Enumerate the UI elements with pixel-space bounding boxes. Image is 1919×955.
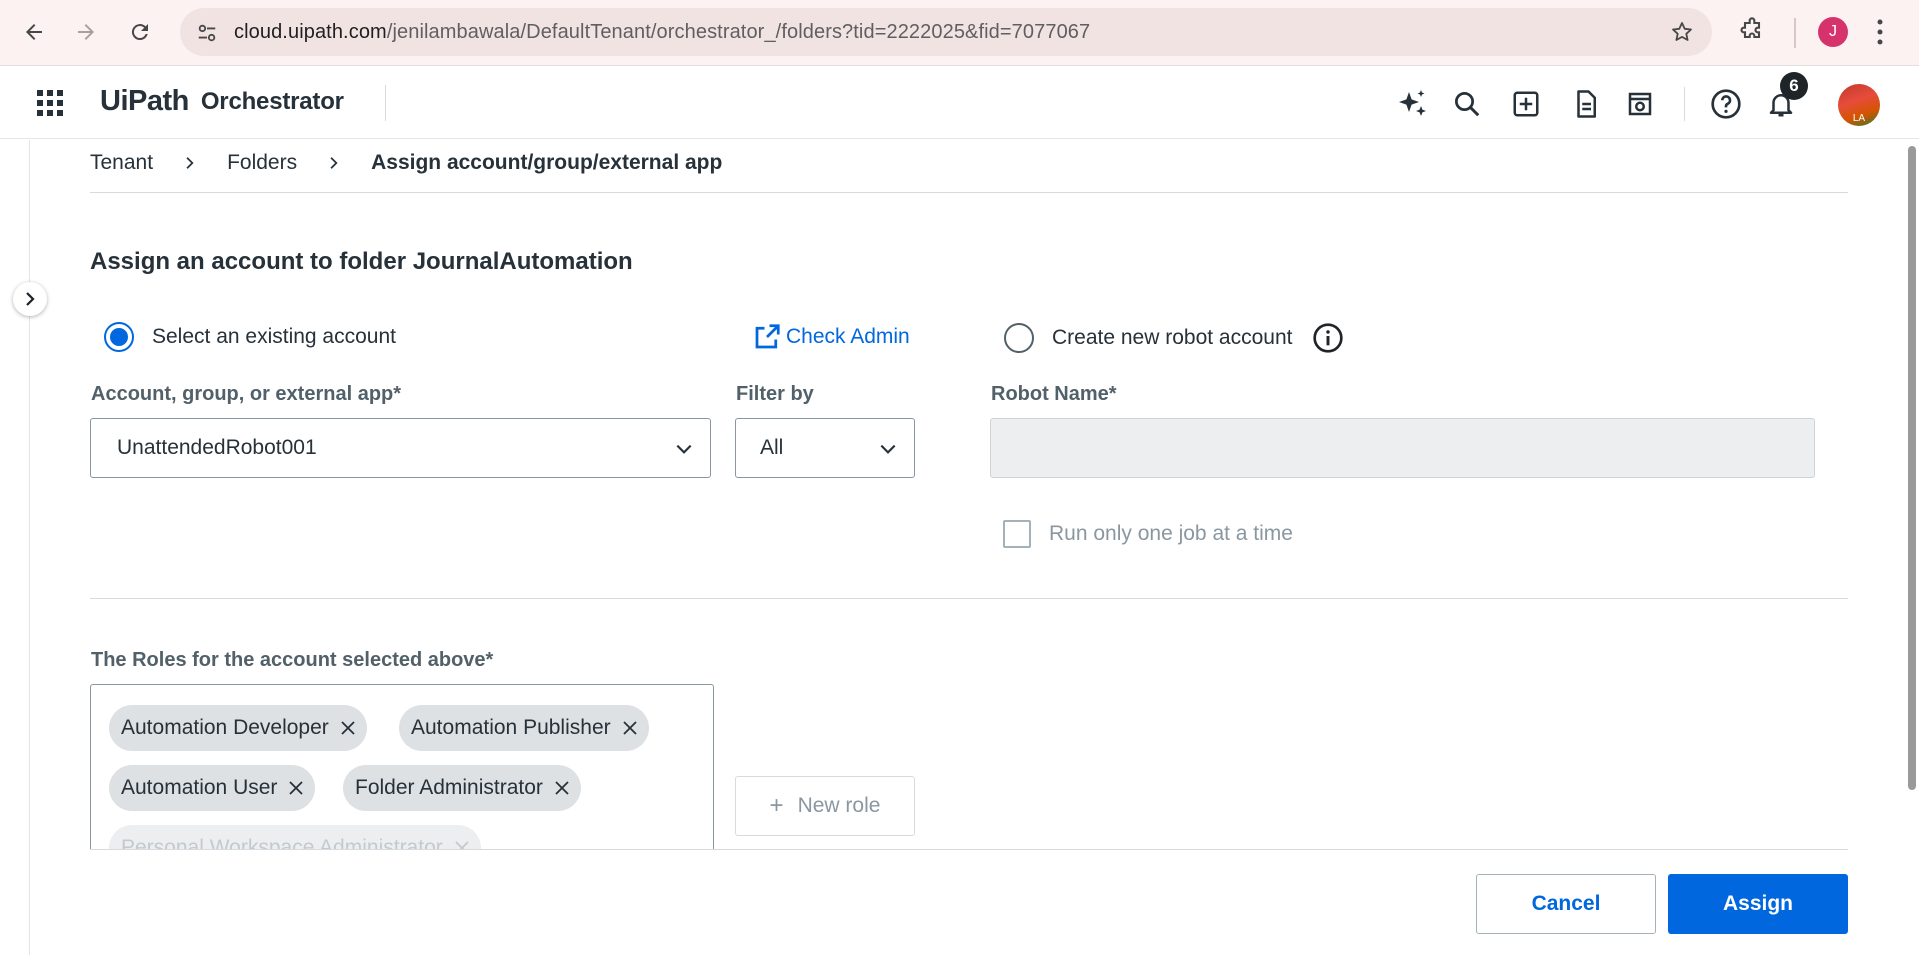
radio-unchecked-icon[interactable] bbox=[1004, 323, 1034, 353]
role-chip-label: Automation Publisher bbox=[411, 716, 611, 739]
account-field-label: Account, group, or external app* bbox=[91, 383, 402, 405]
breadcrumb: Tenant Folders Assign account/group/exte… bbox=[90, 150, 722, 176]
url-text[interactable]: cloud.uipath.com/jenilambawala/DefaultTe… bbox=[234, 21, 1090, 44]
browser-profile-avatar[interactable]: J bbox=[1818, 17, 1848, 47]
notification-count-badge: 6 bbox=[1780, 72, 1808, 100]
radio-new-label: Create new robot account bbox=[1052, 326, 1293, 349]
check-admin-link[interactable]: Check Admin bbox=[752, 322, 910, 352]
browser-menu-icon[interactable] bbox=[1876, 18, 1884, 46]
forward-button[interactable] bbox=[68, 14, 104, 50]
role-chip-label: Automation Developer bbox=[121, 716, 329, 739]
help-icon[interactable] bbox=[1709, 87, 1743, 121]
remove-chip-icon[interactable] bbox=[289, 781, 304, 795]
role-chip-label: Folder Administrator bbox=[355, 776, 543, 799]
product-name: Orchestrator bbox=[200, 87, 344, 115]
section-divider bbox=[90, 598, 1848, 599]
info-icon[interactable] bbox=[1312, 322, 1344, 354]
role-chip: Automation Publisher bbox=[399, 705, 649, 751]
breadcrumb-divider bbox=[90, 192, 1848, 193]
browser-toolbar: cloud.uipath.com/jenilambawala/DefaultTe… bbox=[0, 0, 1919, 66]
plus-icon: + bbox=[769, 792, 784, 819]
role-chip-label: Personal Workspace Administrator bbox=[121, 836, 443, 850]
back-button[interactable] bbox=[16, 14, 52, 50]
store-icon[interactable] bbox=[1623, 87, 1657, 121]
remove-chip-icon[interactable] bbox=[341, 721, 355, 735]
toolbar-divider bbox=[1794, 18, 1796, 48]
arrow-left-icon bbox=[26, 24, 42, 40]
search-icon[interactable] bbox=[1450, 87, 1484, 121]
account-select[interactable]: UnattendedRobot001 bbox=[90, 418, 711, 478]
app-header: UiPath Orchestrator bbox=[0, 67, 1919, 139]
add-icon[interactable] bbox=[1509, 87, 1543, 121]
assign-button[interactable]: Assign bbox=[1668, 874, 1848, 934]
role-chip: Folder Administrator bbox=[343, 765, 581, 811]
page-title: Assign an account to folder JournalAutom… bbox=[90, 248, 633, 275]
address-bar[interactable]: cloud.uipath.com/jenilambawala/DefaultTe… bbox=[180, 8, 1712, 56]
run-one-job-checkbox-row: Run only one job at a time bbox=[1003, 520, 1293, 548]
header-divider bbox=[385, 85, 386, 121]
bookmark-star-icon[interactable] bbox=[1670, 20, 1694, 44]
reload-button[interactable] bbox=[122, 14, 158, 50]
brand-name: UiPath bbox=[100, 85, 189, 117]
robot-name-input bbox=[990, 418, 1815, 478]
filter-field-label: Filter by bbox=[736, 383, 814, 405]
filter-select[interactable]: All bbox=[735, 418, 915, 478]
reload-icon bbox=[131, 24, 148, 41]
remove-chip-icon[interactable] bbox=[622, 721, 637, 735]
role-chip: Automation Developer bbox=[109, 705, 367, 751]
header-divider-right bbox=[1684, 87, 1685, 121]
autopilot-sparkle-icon[interactable] bbox=[1396, 87, 1430, 121]
new-role-label: New role bbox=[797, 794, 881, 817]
radio-create-new[interactable]: Create new robot account bbox=[1004, 322, 1344, 354]
robot-name-label: Robot Name* bbox=[991, 383, 1117, 405]
remove-chip-icon[interactable] bbox=[555, 781, 569, 795]
arrow-right-icon bbox=[78, 24, 94, 40]
external-link-icon bbox=[755, 324, 780, 349]
uipath-logo[interactable]: UiPath Orchestrator bbox=[100, 85, 344, 118]
account-select-value: UnattendedRobot001 bbox=[117, 436, 317, 459]
extensions-icon[interactable] bbox=[1738, 16, 1766, 44]
role-chip: Automation User bbox=[109, 765, 316, 811]
app-launcher-icon[interactable] bbox=[36, 89, 64, 117]
roles-field-label: The Roles for the account selected above… bbox=[91, 649, 494, 671]
run-one-job-label: Run only one job at a time bbox=[1049, 522, 1293, 545]
role-chip-label: Automation User bbox=[121, 776, 278, 799]
site-settings-icon[interactable] bbox=[196, 22, 218, 44]
new-role-button[interactable]: + New role bbox=[735, 776, 915, 836]
document-icon[interactable] bbox=[1569, 87, 1603, 121]
footer-divider bbox=[90, 849, 1848, 850]
radio-select-existing[interactable]: Select an existing account bbox=[104, 322, 396, 352]
user-avatar[interactable]: LA bbox=[1838, 84, 1880, 126]
left-navigation-rail bbox=[0, 140, 30, 955]
breadcrumb-tenant[interactable]: Tenant bbox=[90, 151, 153, 175]
chevron-down-icon bbox=[674, 439, 694, 459]
radio-existing-label: Select an existing account bbox=[152, 325, 396, 348]
breadcrumb-chevron-icon bbox=[327, 156, 341, 170]
scrollbar-thumb[interactable] bbox=[1908, 146, 1916, 790]
url-host: cloud.uipath.com bbox=[234, 21, 387, 43]
role-chip: Personal Workspace Administrator bbox=[109, 825, 481, 850]
url-path: /jenilambawala/DefaultTenant/orchestrato… bbox=[386, 21, 1091, 43]
run-one-job-checkbox bbox=[1003, 520, 1031, 548]
breadcrumb-current: Assign account/group/external app bbox=[371, 151, 723, 174]
filter-select-value: All bbox=[760, 436, 784, 459]
chevron-down-icon bbox=[878, 439, 898, 459]
radio-checked-icon[interactable] bbox=[104, 322, 134, 352]
expand-sidebar-button[interactable] bbox=[13, 282, 47, 316]
roles-multiselect[interactable]: Automation Developer Automation Publishe… bbox=[90, 684, 714, 850]
breadcrumb-folders[interactable]: Folders bbox=[227, 151, 297, 175]
chevron-right-icon bbox=[26, 292, 35, 306]
breadcrumb-chevron-icon bbox=[183, 156, 197, 170]
check-admin-label: Check Admin bbox=[786, 325, 910, 348]
cancel-button[interactable]: Cancel bbox=[1476, 874, 1656, 934]
